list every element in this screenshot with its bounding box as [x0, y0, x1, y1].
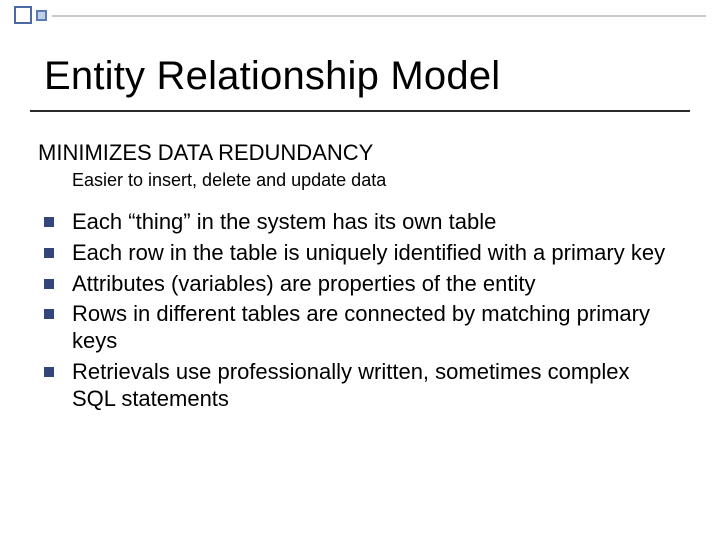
slide-body: MINIMIZES DATA REDUNDANCY Easier to inse… [38, 140, 672, 417]
list-item: Each “thing” in the system has its own t… [38, 209, 672, 236]
title-underline [30, 110, 690, 112]
list-item-text: Each “thing” in the system has its own t… [72, 209, 496, 234]
list-item: Attributes (variables) are properties of… [38, 271, 672, 298]
square-bullet-icon [44, 279, 54, 289]
list-item-text: Rows in different tables are connected b… [72, 301, 650, 353]
slide: Entity Relationship Model MINIMIZES DATA… [0, 0, 720, 540]
subheading: MINIMIZES DATA REDUNDANCY [38, 140, 672, 166]
slide-title: Entity Relationship Model [44, 54, 690, 99]
square-bullet-icon [44, 309, 54, 319]
list-item-text: Attributes (variables) are properties of… [72, 271, 535, 296]
list-item: Rows in different tables are connected b… [38, 301, 672, 355]
square-small-icon [36, 10, 47, 21]
list-item: Retrievals use professionally written, s… [38, 359, 672, 413]
square-icon [14, 6, 32, 24]
list-item: Each row in the table is uniquely identi… [38, 240, 672, 267]
list-item-text: Each row in the table is uniquely identi… [72, 240, 665, 265]
square-bullet-icon [44, 217, 54, 227]
header-rule [52, 15, 706, 17]
header-decoration [14, 6, 52, 24]
square-bullet-icon [44, 248, 54, 258]
bullet-list: Each “thing” in the system has its own t… [38, 209, 672, 413]
subnote: Easier to insert, delete and update data [72, 170, 672, 191]
list-item-text: Retrievals use professionally written, s… [72, 359, 630, 411]
square-bullet-icon [44, 367, 54, 377]
